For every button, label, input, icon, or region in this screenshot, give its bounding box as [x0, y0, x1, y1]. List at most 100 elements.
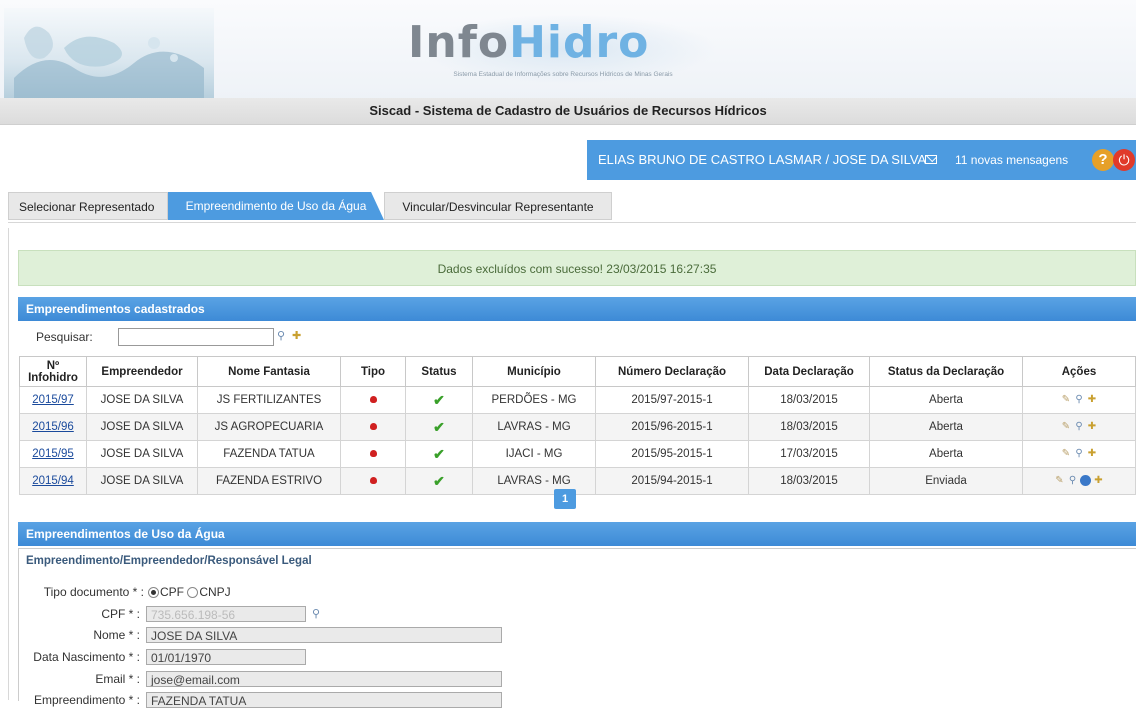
- user-name[interactable]: ELIAS BRUNO DE CASTRO LASMAR / JOSE DA S…: [598, 140, 926, 180]
- tab-selecionar-representado[interactable]: Selecionar Representado: [8, 192, 168, 220]
- list-section-header: Empreendimentos cadastrados: [18, 297, 1136, 321]
- help-icon[interactable]: ?: [1092, 149, 1114, 171]
- tab-vincular-representante[interactable]: Vincular/Desvincular Representante: [384, 192, 612, 220]
- cell-status-declaracao: Aberta: [869, 440, 1023, 468]
- edit-icon[interactable]: ✎: [1054, 475, 1065, 486]
- cell-empreendedor: JOSE DA SILVA: [86, 386, 198, 414]
- cell-municipio: LAVRAS - MG: [472, 467, 596, 495]
- email-label: Email * :: [95, 672, 140, 686]
- cell-nome-fantasia: JS FERTILIZANTES: [197, 386, 341, 414]
- col-nome-fantasia[interactable]: Nome Fantasia: [197, 356, 341, 387]
- email-field[interactable]: jose@email.com: [146, 671, 502, 687]
- view-icon[interactable]: ⚲: [1074, 421, 1085, 432]
- col-acoes: Ações: [1022, 356, 1136, 387]
- status-check-icon: ✔: [433, 472, 445, 489]
- cell-status-declaracao: Aberta: [869, 386, 1023, 414]
- view-icon[interactable]: ⚲: [1074, 448, 1085, 459]
- edit-icon[interactable]: ✎: [1061, 394, 1072, 405]
- add-icon[interactable]: ✚: [1087, 448, 1098, 459]
- cpf-label: CPF * :: [101, 607, 140, 621]
- infohidro-link[interactable]: 2015/96: [32, 421, 74, 433]
- page-button-1[interactable]: 1: [554, 489, 576, 509]
- tipo-icon: [369, 477, 377, 484]
- cell-empreendedor: JOSE DA SILVA: [86, 413, 198, 441]
- cell-empreendedor: JOSE DA SILVA: [86, 467, 198, 495]
- tab-empreendimento[interactable]: Empreendimento de Uso da Água: [168, 192, 384, 220]
- edit-icon[interactable]: ✎: [1061, 421, 1072, 432]
- cell-numero-declaracao: 2015/96-2015-1: [595, 413, 749, 441]
- nome-label: Nome * :: [93, 628, 140, 642]
- water-splash-image: [4, 8, 214, 98]
- power-icon[interactable]: ⏻: [1113, 149, 1135, 171]
- add-icon[interactable]: ✚: [1087, 394, 1098, 405]
- tipo-icon: [369, 423, 377, 430]
- cell-empreendedor: JOSE DA SILVA: [86, 440, 198, 468]
- nome-field[interactable]: JOSE DA SILVA: [146, 627, 502, 643]
- cell-municipio: LAVRAS - MG: [472, 413, 596, 441]
- col-empreendedor[interactable]: Empreendedor: [86, 356, 198, 387]
- col-municipio[interactable]: Município: [472, 356, 596, 387]
- tipo-icon: [369, 396, 377, 403]
- col-numero-infohidro[interactable]: Nº Infohidro: [19, 356, 87, 387]
- cell-data-declaracao: 18/03/2015: [748, 413, 870, 441]
- cpf-field[interactable]: 735.656.198-56: [146, 606, 306, 622]
- cell-status-declaracao: Enviada: [869, 467, 1023, 495]
- logo-subtitle: Sistema Estadual de Informações sobre Re…: [453, 71, 673, 78]
- form-subtitle: Empreendimento/Empreendedor/Responsável …: [26, 555, 312, 567]
- add-icon[interactable]: ✚: [1093, 475, 1104, 486]
- cell-status-declaracao: Aberta: [869, 413, 1023, 441]
- view-icon[interactable]: ⚲: [1074, 394, 1085, 405]
- status-check-icon: ✔: [433, 418, 445, 435]
- logo-info-text: Info: [408, 17, 510, 68]
- cnpj-radio[interactable]: [187, 587, 199, 599]
- col-status[interactable]: Status: [405, 356, 473, 387]
- edit-icon[interactable]: ✎: [1061, 448, 1072, 459]
- empreendimento-label: Empreendimento * :: [33, 693, 140, 707]
- infohidro-logo: InfoHidro Sistema Estadual de Informaçõe…: [398, 14, 718, 84]
- tipo-documento-label: Tipo documento * :: [43, 585, 144, 599]
- empreendimentos-table: Nº Infohidro Empreendedor Nome Fantasia …: [19, 356, 1136, 495]
- status-check-icon: ✔: [433, 445, 445, 462]
- status-check-icon: ✔: [433, 391, 445, 408]
- cpf-radio[interactable]: [148, 587, 159, 599]
- table-row: 2015/95 JOSE DA SILVA FAZENDA TATUA ✔ IJ…: [19, 440, 1136, 468]
- col-data-declaracao[interactable]: Data Declaração: [748, 356, 870, 387]
- search-input[interactable]: [118, 328, 274, 346]
- col-tipo[interactable]: Tipo: [340, 356, 406, 387]
- search-label: Pesquisar:: [36, 330, 93, 344]
- add-icon[interactable]: ✚: [1087, 421, 1098, 432]
- search-icon[interactable]: ⚲: [277, 330, 289, 342]
- table-row: 2015/94 JOSE DA SILVA FAZENDA ESTRIVO ✔ …: [19, 467, 1136, 495]
- cnpj-option-label: CNPJ: [199, 585, 231, 599]
- system-title: Siscad - Sistema de Cadastro de Usuários…: [0, 98, 1136, 125]
- infohidro-link[interactable]: 2015/95: [32, 448, 74, 460]
- col-status-declaracao[interactable]: Status da Declaração: [869, 356, 1023, 387]
- cell-numero-declaracao: 2015/95-2015-1: [595, 440, 749, 468]
- infohidro-link[interactable]: 2015/94: [32, 475, 74, 487]
- mail-icon[interactable]: [925, 155, 937, 164]
- empreendimento-field[interactable]: FAZENDA TATUA: [146, 692, 502, 708]
- site-header: InfoHidro Sistema Estadual de Informaçõe…: [0, 0, 1136, 100]
- cpf-option-label: CPF: [160, 585, 184, 599]
- cell-data-declaracao: 18/03/2015: [748, 386, 870, 414]
- cell-nome-fantasia: FAZENDA TATUA: [197, 440, 341, 468]
- table-row: 2015/97 JOSE DA SILVA JS FERTILIZANTES ✔…: [19, 386, 1136, 414]
- tipo-icon: [369, 450, 377, 457]
- cell-municipio: PERDÕES - MG: [472, 386, 596, 414]
- cell-municipio: IJACI - MG: [472, 440, 596, 468]
- search-icon[interactable]: ⚲: [312, 608, 324, 620]
- view-icon[interactable]: ⚲: [1067, 475, 1078, 486]
- cell-nome-fantasia: JS AGROPECUARIA: [197, 413, 341, 441]
- cell-numero-declaracao: 2015/94-2015-1: [595, 467, 749, 495]
- add-icon[interactable]: ✚: [292, 330, 304, 342]
- logo-hidro-text: Hidro: [509, 17, 650, 68]
- form-section-header: Empreendimentos de Uso da Água: [18, 522, 1136, 546]
- col-numero-declaracao[interactable]: Número Declaração: [595, 356, 749, 387]
- table-header-row: Nº Infohidro Empreendedor Nome Fantasia …: [19, 356, 1136, 387]
- send-icon[interactable]: [1080, 475, 1091, 487]
- nascimento-label: Data Nascimento * :: [33, 650, 140, 664]
- cell-data-declaracao: 18/03/2015: [748, 467, 870, 495]
- infohidro-link[interactable]: 2015/97: [32, 394, 74, 406]
- nascimento-field[interactable]: 01/01/1970: [146, 649, 306, 665]
- messages-link[interactable]: 11 novas mensagens: [955, 140, 1068, 180]
